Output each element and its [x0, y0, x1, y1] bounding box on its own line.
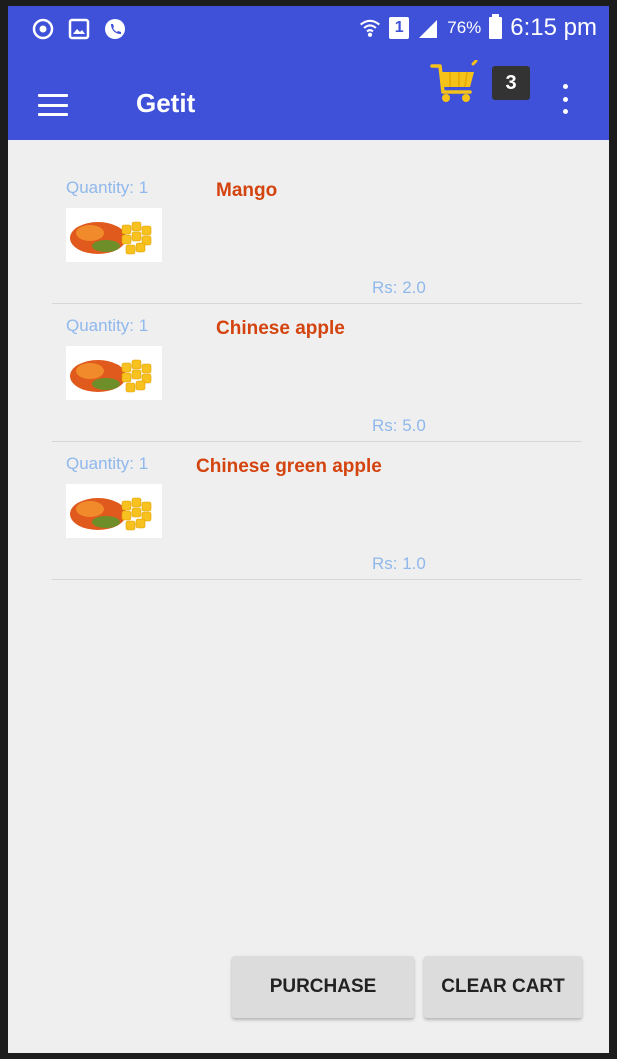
clock: 6:15 pm	[510, 14, 597, 41]
item-price: Rs: 2.0	[372, 278, 426, 297]
item-name: Chinese green apple	[196, 456, 382, 477]
status-notification-icons	[32, 18, 126, 40]
purchase-button[interactable]: PURCHASE	[232, 956, 414, 1018]
item-quantity: Quantity: 1	[66, 454, 149, 473]
menu-icon[interactable]	[38, 94, 68, 116]
cart-item[interactable]: Quantity: 1 Mango Rs: 2.0	[52, 166, 582, 304]
mango-image	[66, 346, 162, 400]
cart-count-badge[interactable]: 3	[492, 66, 530, 100]
item-name: Chinese apple	[216, 318, 345, 339]
cart-list: Quantity: 1 Mango Rs: 2.0 Quantity: 1 Ch…	[52, 166, 582, 580]
gallery-icon	[68, 18, 90, 40]
app-bar: Getit 3	[8, 54, 609, 140]
shopping-cart-icon[interactable]	[430, 59, 478, 104]
signal-icon	[417, 17, 439, 39]
battery-icon	[489, 14, 503, 39]
more-options-icon[interactable]	[560, 84, 570, 114]
cart-item[interactable]: Quantity: 1 Chinese green apple Rs: 1.0	[52, 442, 582, 580]
clear-cart-button[interactable]: CLEAR CART	[424, 956, 582, 1018]
item-price: Rs: 1.0	[372, 554, 426, 573]
mango-image	[66, 208, 162, 262]
wifi-icon	[359, 17, 381, 39]
item-name: Mango	[216, 180, 278, 201]
sync-icon	[32, 18, 54, 40]
item-quantity: Quantity: 1	[66, 316, 149, 335]
status-system-icons: 1 76% 6:15 pm	[359, 14, 597, 42]
item-price: Rs: 5.0	[372, 416, 426, 435]
mango-image	[66, 484, 162, 538]
battery-percent: 76%	[447, 18, 482, 37]
sim-indicator: 1	[389, 17, 410, 39]
status-bar: 1 76% 6:15 pm	[8, 6, 609, 54]
app-title: Getit	[136, 88, 196, 118]
item-quantity: Quantity: 1	[66, 178, 149, 197]
cart-item[interactable]: Quantity: 1 Chinese apple Rs: 5.0	[52, 304, 582, 442]
device-screen: 1 76% 6:15 pm Getit 3 Quantity: 1 Mango …	[8, 6, 609, 1053]
phone-call-icon	[104, 18, 126, 40]
